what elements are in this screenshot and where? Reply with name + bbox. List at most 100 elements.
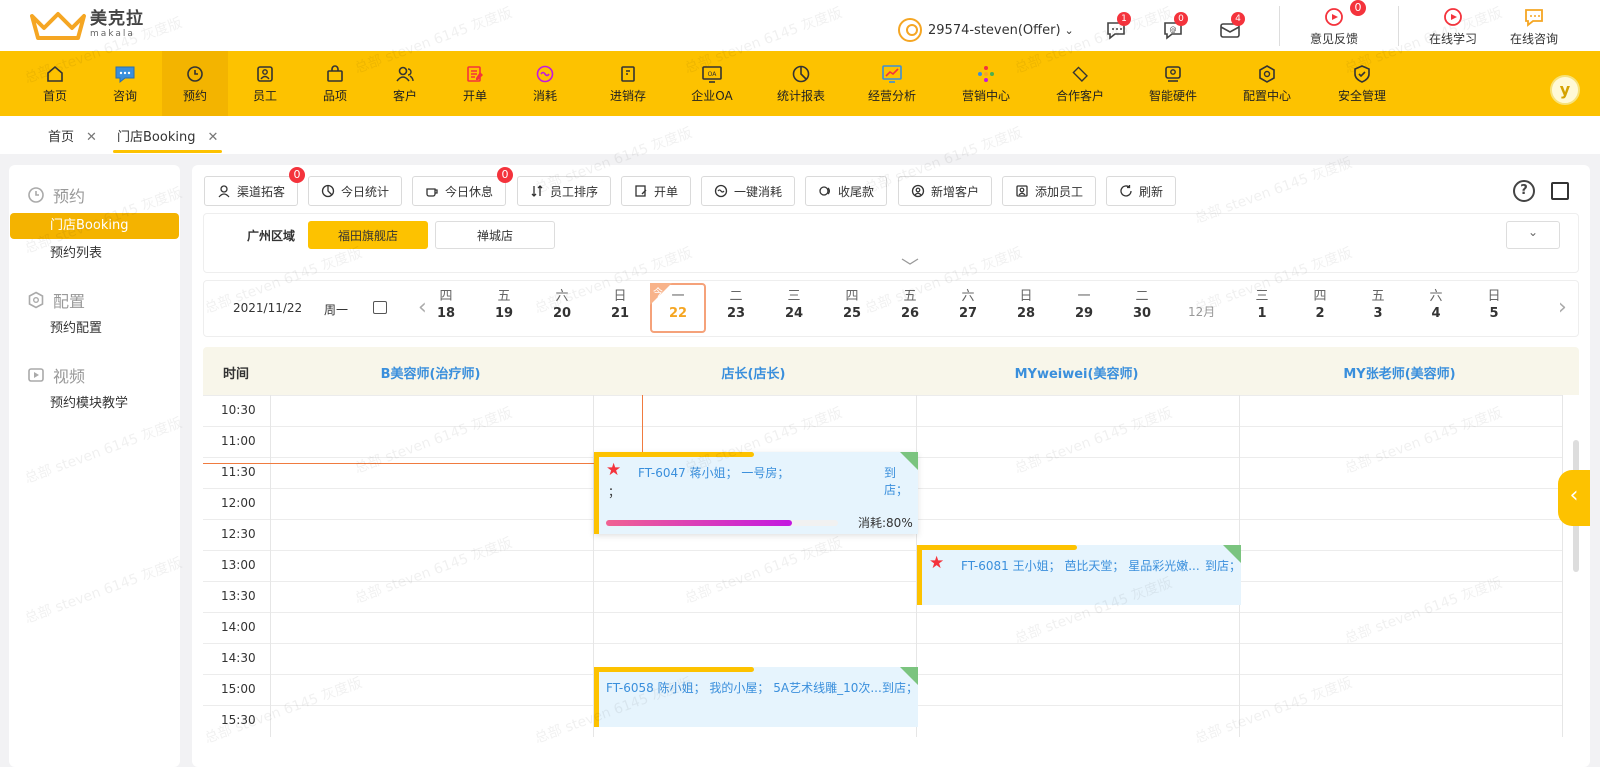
nav-consult[interactable]: 咨询 [100, 51, 150, 116]
day-item[interactable]: 六4 [1408, 285, 1464, 321]
online-consult-button[interactable]: 在线咨询 [1504, 6, 1564, 47]
side-panel-toggle[interactable]: ‹ [1558, 470, 1590, 526]
day-item[interactable]: 二 30 [1114, 285, 1170, 321]
collapse-chevron-icon[interactable] [900, 257, 920, 267]
sidebar-item-booking-tutorial[interactable]: 预约模块教学 [10, 391, 179, 417]
store-dropdown[interactable]: ⌄ [1506, 221, 1560, 249]
brand-name-en: makala [90, 29, 135, 39]
chat-icon[interactable]: 1 [1105, 12, 1131, 40]
feedback-badge: 0 [1350, 0, 1366, 16]
day-item[interactable]: 四 25 [824, 285, 880, 321]
staff-column-header[interactable]: MY张老师(美容师) [1238, 363, 1561, 382]
sidebar-item-booking-config[interactable]: 预约配置 [10, 316, 179, 342]
store-futian[interactable]: 福田旗舰店 [308, 221, 428, 249]
nav-items[interactable]: 品项 [310, 51, 360, 116]
config-icon [1259, 65, 1275, 83]
current-date[interactable]: 2021/11/22 [233, 301, 302, 315]
current-time-vertical [642, 395, 643, 456]
one-click-consume-button[interactable]: 一键消耗 [701, 176, 796, 206]
tab-bar: 首页 ✕ 门店Booking ✕ [0, 116, 1600, 154]
close-icon[interactable]: ✕ [86, 130, 97, 145]
day-weekday: 四 [439, 289, 453, 304]
close-icon[interactable]: ✕ [207, 130, 218, 145]
nav-staff[interactable]: 员工 [240, 51, 290, 116]
day-item[interactable]: 五 26 [882, 285, 938, 321]
nav-partner[interactable]: 合作客户 [1048, 51, 1112, 116]
booking-card[interactable]: FT-6058 陈小姐； 我的小屋； 5A艺术线雕_10次... 到店； [594, 667, 918, 727]
day-number: 19 [494, 306, 514, 321]
day-weekday: 三 [1255, 289, 1269, 304]
fullscreen-icon[interactable] [1551, 182, 1569, 200]
day-item[interactable]: 日 28 [998, 285, 1054, 321]
nav-marketing[interactable]: 营销中心 [956, 51, 1016, 116]
booking-card[interactable]: ★ FT-6047 蒋小姐； 一号房； 到店； ； 消耗:80% [594, 452, 918, 534]
day-item[interactable]: 日5 [1466, 285, 1522, 321]
day-item[interactable]: 二 23 [708, 285, 764, 321]
day-item[interactable]: 六 20 [534, 285, 590, 321]
day-item[interactable]: 四 18 [418, 285, 474, 321]
add-staff-button[interactable]: 添加员工 [1002, 176, 1097, 206]
feedback-button[interactable]: 意见反馈 0 [1304, 0, 1366, 47]
day-item[interactable]: 日 21 [592, 285, 648, 321]
calendar-icon[interactable] [373, 301, 387, 314]
user-menu[interactable]: 29574-steven(Offer) ⌄ [898, 18, 1074, 42]
nav-hardware[interactable]: 智能硬件 [1141, 51, 1205, 116]
balance-payment-button[interactable]: 收尾款 [805, 176, 888, 206]
open-order-button[interactable]: 开单 [621, 176, 692, 206]
user-icon [898, 18, 922, 42]
nav-order[interactable]: 开单 [450, 51, 500, 116]
nav-report[interactable]: 统计报表 [771, 51, 831, 116]
time-row: 10:30 [203, 395, 1563, 426]
nav-home[interactable]: 首页 [30, 51, 80, 116]
logo[interactable]: 美克拉 makala [30, 10, 144, 40]
staff-sort-button[interactable]: 员工排序 [517, 176, 612, 206]
nav-booking[interactable]: 预约 [162, 51, 228, 116]
staff-column-header[interactable]: MYweiwei(美容师) [915, 363, 1238, 382]
top-bar: 美克拉 makala 29574-steven(Offer) ⌄ 1 @ 0 4… [0, 0, 1600, 51]
day-item[interactable]: 三1 [1234, 285, 1290, 321]
day-item[interactable]: 四2 [1292, 285, 1348, 321]
refresh-button[interactable]: 刷新 [1106, 176, 1177, 206]
next-arrow-icon[interactable]: › [1558, 295, 1567, 320]
today-stats-button[interactable]: 今日统计 [308, 176, 403, 206]
nav-config[interactable]: 配置中心 [1235, 51, 1299, 116]
tab-home[interactable]: 首页 ✕ [48, 126, 97, 145]
nav-inventory[interactable]: 进销存 [598, 51, 658, 116]
day-item[interactable]: 一 29 [1056, 285, 1112, 321]
time-label: 13:00 [221, 558, 256, 572]
sidebar-item-booking-list[interactable]: 预约列表 [10, 241, 179, 267]
svg-text:@: @ [1170, 26, 1177, 34]
avatar[interactable]: y [1550, 75, 1580, 105]
chevron-down-icon: ⌄ [1528, 225, 1539, 239]
tab-store-booking[interactable]: 门店Booking ✕ [112, 126, 223, 153]
staff-column-header[interactable]: B美容师(治疗师) [269, 363, 592, 382]
nav-analysis[interactable]: 经营分析 [862, 51, 922, 116]
nav-security[interactable]: 安全管理 [1330, 51, 1394, 116]
day-item[interactable]: 三 24 [766, 285, 822, 321]
current-weekday: 周一 [324, 303, 349, 317]
sidebar-item-store-booking[interactable]: 门店Booking [10, 213, 179, 239]
nav-oa[interactable]: OA 企业OA [682, 51, 742, 116]
staff-column-header[interactable]: 店长(店长) [592, 363, 915, 382]
consult-icon[interactable]: @ 0 [1162, 12, 1188, 40]
day-today[interactable]: 今一 22 [650, 283, 706, 333]
chat-badge: 1 [1117, 12, 1131, 26]
day-item[interactable]: 五3 [1350, 285, 1406, 321]
online-learning-button[interactable]: 在线学习 [1423, 6, 1483, 47]
booking-card[interactable]: ★ FT-6081 王小姐； 芭比天堂； 星品彩光嫩... 到店； [917, 545, 1241, 605]
store-chancheng[interactable]: 禅城店 [435, 221, 555, 249]
day-item[interactable]: 五 19 [476, 285, 532, 321]
pie-icon [321, 184, 335, 198]
day-weekday: 二 [1135, 289, 1149, 304]
day-item[interactable]: 六 27 [940, 285, 996, 321]
booking-status: 到店； [1205, 559, 1242, 573]
mail-icon[interactable]: 4 [1219, 12, 1245, 40]
help-icon[interactable]: ? [1513, 180, 1535, 202]
add-customer-button[interactable]: 新增客户 [898, 176, 993, 206]
online-consult-label: 在线咨询 [1509, 32, 1558, 46]
channel-button[interactable]: 渠道拓客 0 [204, 167, 305, 206]
nav-consume[interactable]: 消耗 [520, 51, 570, 116]
nav-customer[interactable]: 客户 [380, 51, 430, 116]
divider [1398, 6, 1399, 46]
today-rest-button[interactable]: 今日休息 0 [412, 167, 513, 206]
